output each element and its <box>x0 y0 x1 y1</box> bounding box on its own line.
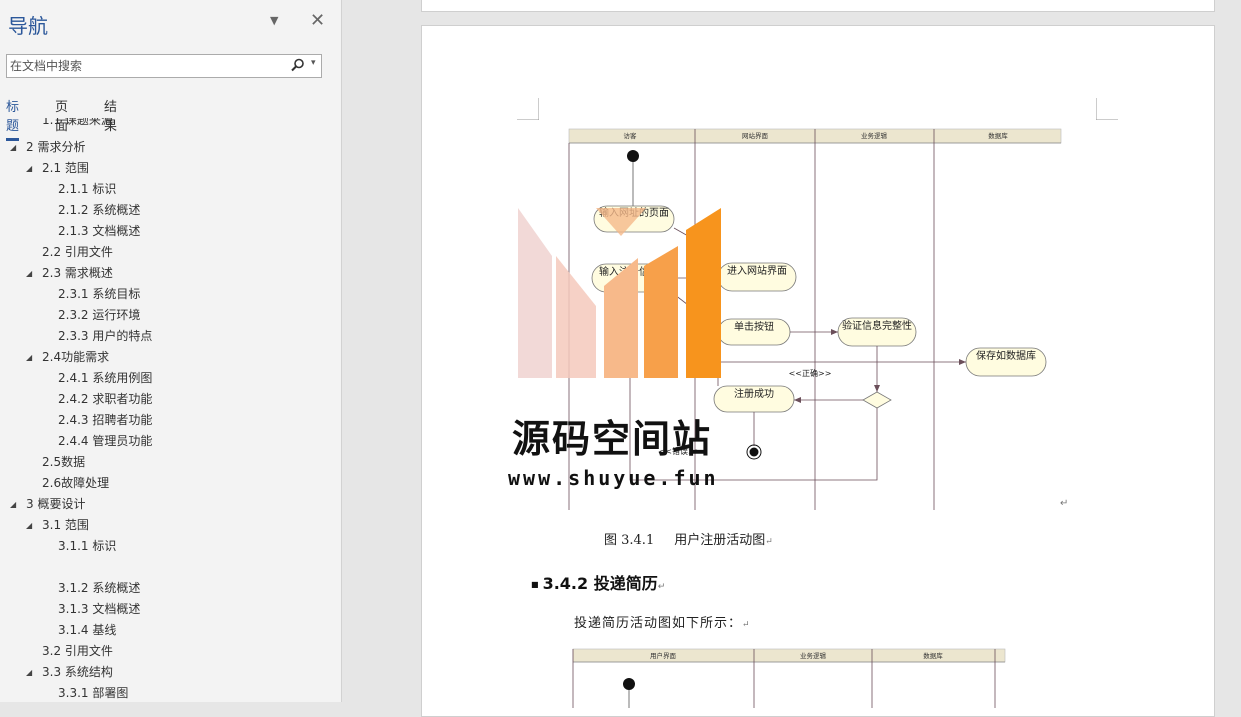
close-icon[interactable]: ✕ <box>310 10 325 31</box>
nav-heading-item[interactable]: 2 需求分析 <box>26 137 85 158</box>
nav-heading-item[interactable]: 2.4.1 系统用例图 <box>58 368 152 389</box>
nav-heading-item[interactable]: 3.2 引用文件 <box>42 641 113 662</box>
lane-business-logic: 业务逻辑 <box>861 131 888 140</box>
resume-activity-diagram: 用户界面 业务逻辑 数据库 <box>572 648 1006 708</box>
nav-heading-item[interactable]: 3.3 系统结构 <box>42 662 113 683</box>
nav-heading-item[interactable]: 3.1 范围 <box>42 515 89 536</box>
body-paragraph: 投递简历活动图如下所示：↵ <box>574 612 751 631</box>
collapse-toggle-icon[interactable]: ◢ <box>26 158 32 179</box>
nav-heading-item[interactable]: 3.1.4 基线 <box>58 620 116 641</box>
nav-heading-item[interactable]: 2.2 引用文件 <box>42 242 113 263</box>
paragraph-mark: ↵ <box>742 620 751 630</box>
nav-heading-item[interactable]: 2.1 范围 <box>42 158 89 179</box>
nav-heading-item[interactable]: 2.4功能需求 <box>42 347 109 368</box>
search-icon[interactable] <box>291 58 305 72</box>
navigation-pane: 导航 ▼ ✕ ▾ 标题 页面 结果 1.1 课题来源◢2 需求分析◢2.1 范围… <box>0 0 342 702</box>
paragraph-mark: ↵ <box>657 582 666 592</box>
nav-heading-item[interactable]: 3.3.1 部署图 <box>58 683 128 702</box>
nav-heading-item[interactable]: 1.1 课题来源 <box>42 118 113 131</box>
node-save-db-label: 保存如数据库 <box>976 349 1036 362</box>
watermark-logo <box>518 208 721 378</box>
nav-heading-item[interactable]: 2.3.2 运行环境 <box>58 305 140 326</box>
nav-heading-item[interactable]: 2.3.1 系统目标 <box>58 284 140 305</box>
nav-heading-item[interactable]: 2.5数据 <box>42 452 85 473</box>
collapse-toggle-icon[interactable]: ◢ <box>10 494 16 515</box>
nav-heading-item[interactable]: 2.4.2 求职者功能 <box>58 389 152 410</box>
node-validate-label: 验证信息完整性 <box>842 319 912 332</box>
lane-user-ui: 用户界面 <box>650 651 677 660</box>
collapse-toggle-icon[interactable]: ◢ <box>26 515 32 536</box>
lane-business-logic-2: 业务逻辑 <box>800 651 827 660</box>
nav-heading-item[interactable]: 3.1.1 标识 <box>58 536 116 557</box>
search-input[interactable] <box>7 55 280 77</box>
nav-heading-item[interactable]: 2.1.1 标识 <box>58 179 116 200</box>
collapse-toggle-icon[interactable]: ◢ <box>26 263 32 284</box>
figure-caption: 图 3.4.1 用户注册活动图↵ <box>604 529 773 548</box>
lane-website-ui: 网站界面 <box>742 131 769 140</box>
nav-heading-item[interactable]: 3.1.3 文档概述 <box>58 599 140 620</box>
nav-search-box: ▾ <box>6 54 322 78</box>
nav-heading-item[interactable]: 3.1.2 系统概述 <box>58 578 140 599</box>
caption-text: 用户注册活动图 <box>674 533 766 548</box>
node-registration-success-label: 注册成功 <box>734 387 774 400</box>
lane-database: 数据库 <box>988 131 1008 140</box>
decision-node <box>862 391 892 409</box>
nav-title: 导航 <box>8 14 48 38</box>
lane-visitor: 访客 <box>624 131 638 140</box>
nav-heading-item[interactable]: 2.1.3 文档概述 <box>58 221 140 242</box>
guard-correct-label: <<正确>> <box>789 368 832 378</box>
watermark-url: www.shuyue.fun <box>508 466 719 490</box>
lane-database-2: 数据库 <box>923 651 943 660</box>
body-paragraph-text: 投递简历活动图如下所示： <box>574 616 743 631</box>
nav-heading-item[interactable]: 2.3.3 用户的特点 <box>58 326 152 347</box>
margin-corner-mark <box>1096 98 1118 120</box>
node-click-button-label: 单击按钮 <box>734 320 774 333</box>
previous-page <box>421 0 1215 12</box>
start-node <box>623 678 635 690</box>
collapse-toggle-icon[interactable]: ◢ <box>10 137 16 158</box>
nav-heading-item[interactable]: 2.1.2 系统概述 <box>58 200 140 221</box>
heading-bullet-icon: ■ <box>531 580 539 589</box>
watermark-site-name: 源码空间站 <box>512 417 713 461</box>
start-node <box>627 150 639 162</box>
paragraph-mark: ↵ <box>765 537 773 547</box>
nav-heading-item[interactable]: 2.4.3 招聘者功能 <box>58 410 152 431</box>
collapse-toggle-icon[interactable]: ◢ <box>26 347 32 368</box>
search-options-caret-icon[interactable]: ▾ <box>311 58 316 68</box>
nav-heading-item[interactable]: 2.3 需求概述 <box>42 263 113 284</box>
nav-heading-item[interactable]: 2.4.4 管理员功能 <box>58 431 152 452</box>
section-heading-text: 3.4.2 投递简历 <box>542 574 658 593</box>
heading-tree: 1.1 课题来源 ◢ 2 需求分析 ◢ 2.1 范围 2.1.1 标识 2.1.2 系统概述… <box>0 118 341 702</box>
nav-heading-item[interactable]: 3 概要设计 <box>26 494 85 515</box>
nav-heading-item[interactable]: 2.6故障处理 <box>42 473 109 494</box>
nav-options-dropdown-icon[interactable]: ▼ <box>270 14 278 27</box>
caption-number: 图 3.4.1 <box>604 533 655 548</box>
section-heading: ■ 3.4.2 投递简历↵ <box>531 570 665 594</box>
margin-corner-mark <box>517 98 539 120</box>
paragraph-mark: ↵ <box>1060 498 1069 509</box>
collapse-toggle-icon[interactable]: ◢ <box>26 662 32 683</box>
node-enter-site-label: 进入网站界面 <box>727 264 787 277</box>
